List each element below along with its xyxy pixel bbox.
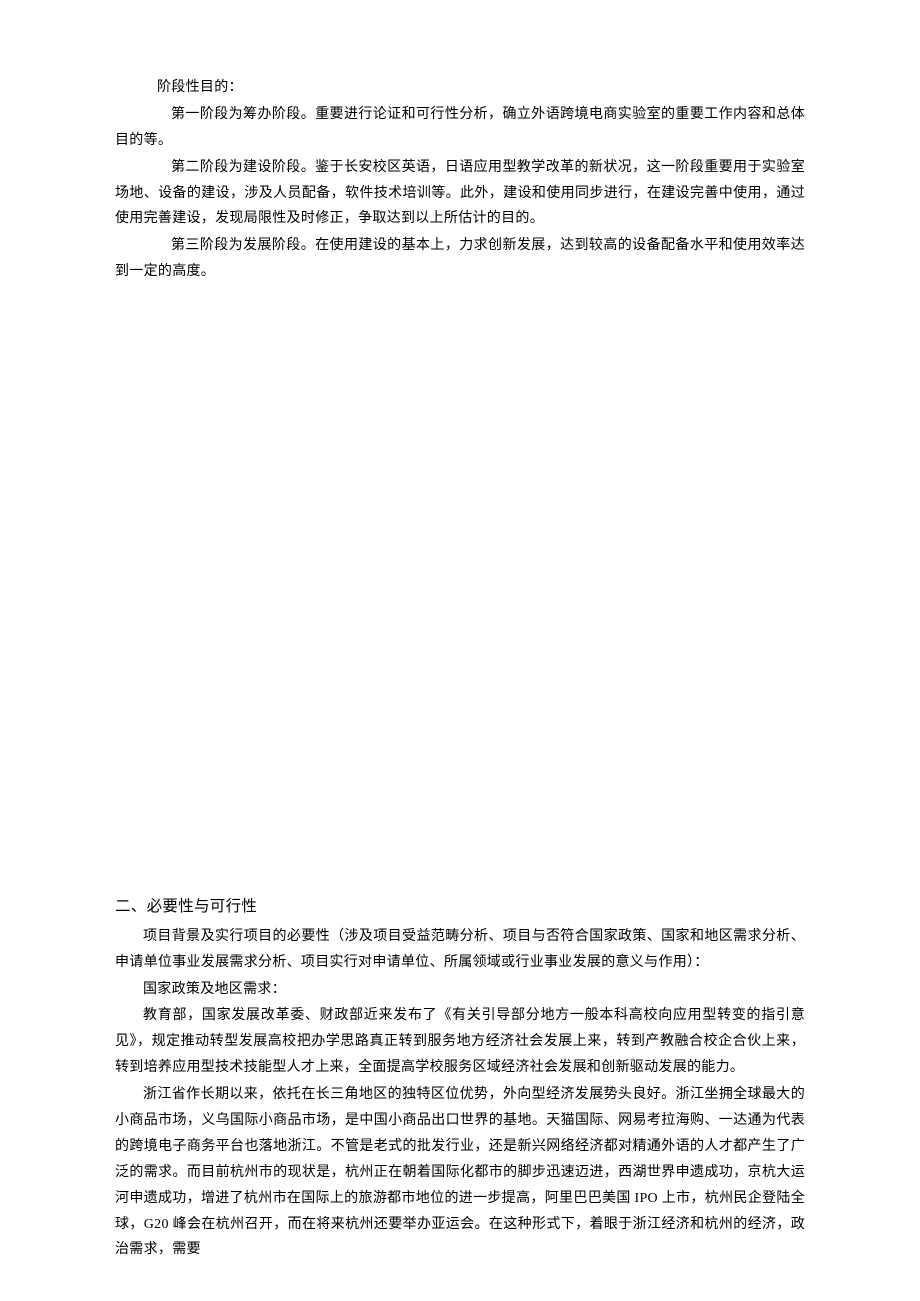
policy-paragraph-1: 教育部，国家发展改革委、财政部近来发布了《有关引导部分地方一般本科高校向应用型转… (115, 1003, 805, 1081)
section-2-intro: 项目背景及实行项目的必要性（涉及项目受益范畴分析、项目与否符合国家政策、国家和地… (115, 924, 805, 976)
stage-2-paragraph: 第二阶段为建设阶段。鉴于长安校区英语，日语应用型教学改革的新状况，这一阶段重要用… (115, 155, 805, 233)
stage-goals-section: 阶段性目的： 第一阶段为筹办阶段。重要进行论证和可行性分析，确立外语跨境电商实验… (115, 75, 805, 285)
policy-needs-label: 国家政策及地区需求： (115, 977, 805, 1003)
necessity-feasibility-section: 二、必要性与可行性 项目背景及实行项目的必要性（涉及项目受益范畴分析、项目与否符… (115, 893, 805, 1263)
stage-goals-label: 阶段性目的： (115, 75, 805, 101)
stage-3-paragraph: 第三阶段为发展阶段。在使用建设的基本上，力求创新发展，达到较高的设备配备水平和使… (115, 233, 805, 285)
stage-1-paragraph: 第一阶段为筹办阶段。重要进行论证和可行性分析，确立外语跨境电商实验室的重要工作内… (115, 102, 805, 154)
page-gap (115, 293, 805, 893)
policy-paragraph-2: 浙江省作长期以来，依托在长三角地区的独特区位优势，外向型经济发展势头良好。浙江坐… (115, 1082, 805, 1263)
section-2-heading: 二、必要性与可行性 (115, 893, 805, 922)
